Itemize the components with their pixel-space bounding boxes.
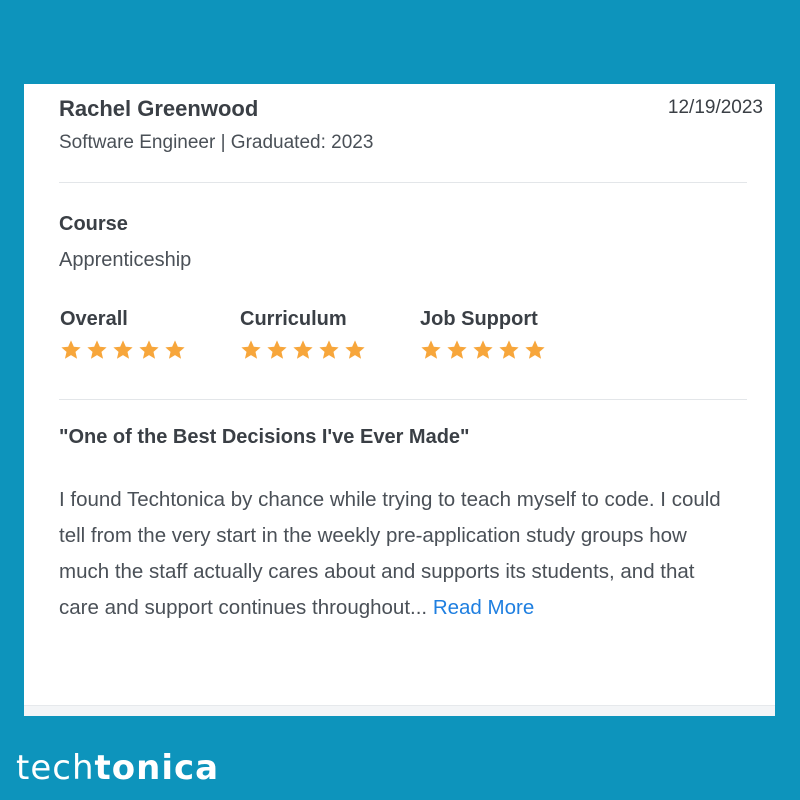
star-icon [61,340,81,359]
divider [59,399,747,400]
techtonica-logo: techtonica [16,748,219,788]
rating-job-support: Job Support [420,308,546,361]
star-icon [421,340,441,359]
star-icon [293,340,313,359]
reviewer-meta: Software Engineer | Graduated: 2023 [59,132,374,153]
review-text: I found Techtonica by chance while tryin… [59,488,721,619]
star-icon [267,340,287,359]
star-rating [420,339,546,361]
course-label: Course [59,213,128,235]
card-footer-strip [24,705,775,716]
star-icon [345,340,365,359]
review-date: 12/19/2023 [667,97,763,118]
star-icon [139,340,159,359]
review-body: I found Techtonica by chance while tryin… [59,482,739,626]
star-icon [165,340,185,359]
review-title: "One of the Best Decisions I've Ever Mad… [59,426,470,448]
divider [59,182,747,183]
logo-text-light: tech [16,748,95,788]
star-icon [319,340,339,359]
star-icon [447,340,467,359]
rating-label: Overall [60,308,128,330]
logo-text-bold: tonica [94,748,220,788]
rating-overall: Overall [60,308,186,361]
star-icon [525,340,545,359]
rating-label: Job Support [420,308,538,330]
read-more-link[interactable]: Read More [433,596,534,619]
star-rating [60,339,186,361]
course-value: Apprenticeship [59,249,192,271]
rating-curriculum: Curriculum [240,308,366,361]
star-rating [240,339,366,361]
star-icon [241,340,261,359]
rating-label: Curriculum [240,308,347,330]
reviewer-name: Rachel Greenwood [59,96,259,121]
star-icon [473,340,493,359]
star-icon [499,340,519,359]
review-card: Rachel Greenwood 12/19/2023 Software Eng… [24,84,775,716]
star-icon [87,340,107,359]
star-icon [113,340,133,359]
